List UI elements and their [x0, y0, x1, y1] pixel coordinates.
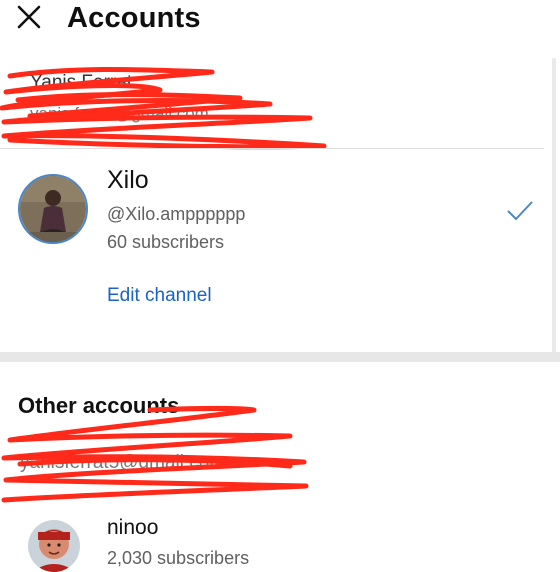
avatar [18, 174, 88, 244]
google-account-email: yanis.ferrat@gmail.com [30, 104, 209, 123]
channel-name: ninoo [107, 516, 159, 539]
checkmark-icon [507, 201, 533, 221]
other-account-email: yanisferrat5@gmail.com [20, 452, 226, 473]
other-account: yanisferrat5@gmail.com [20, 440, 340, 500]
divider [0, 148, 544, 149]
edit-channel-link[interactable]: Edit channel [107, 285, 212, 307]
google-account: Yanis Ferrat yanis.ferrat@gmail.com [20, 68, 340, 148]
channel-subscribers: 2,030 subscribers [107, 548, 250, 568]
current-channel[interactable]: Xilo @Xilo.ampppppp 60 subscribers Edit … [0, 150, 560, 350]
channel-name: Xilo [107, 166, 149, 194]
channel-subscribers: 60 subscribers [107, 232, 225, 252]
avatar [28, 520, 80, 572]
close-icon[interactable] [16, 4, 42, 30]
list-item[interactable]: ninoo 2,030 subscribers [0, 510, 560, 572]
other-accounts-heading: Other accounts [18, 393, 180, 418]
section-separator [0, 352, 560, 362]
page-title: Accounts [67, 2, 201, 34]
channel-handle: @Xilo.ampppppp [107, 204, 246, 224]
top-bar: Accounts [0, 0, 560, 40]
google-account-name: Yanis Ferrat [30, 72, 133, 93]
